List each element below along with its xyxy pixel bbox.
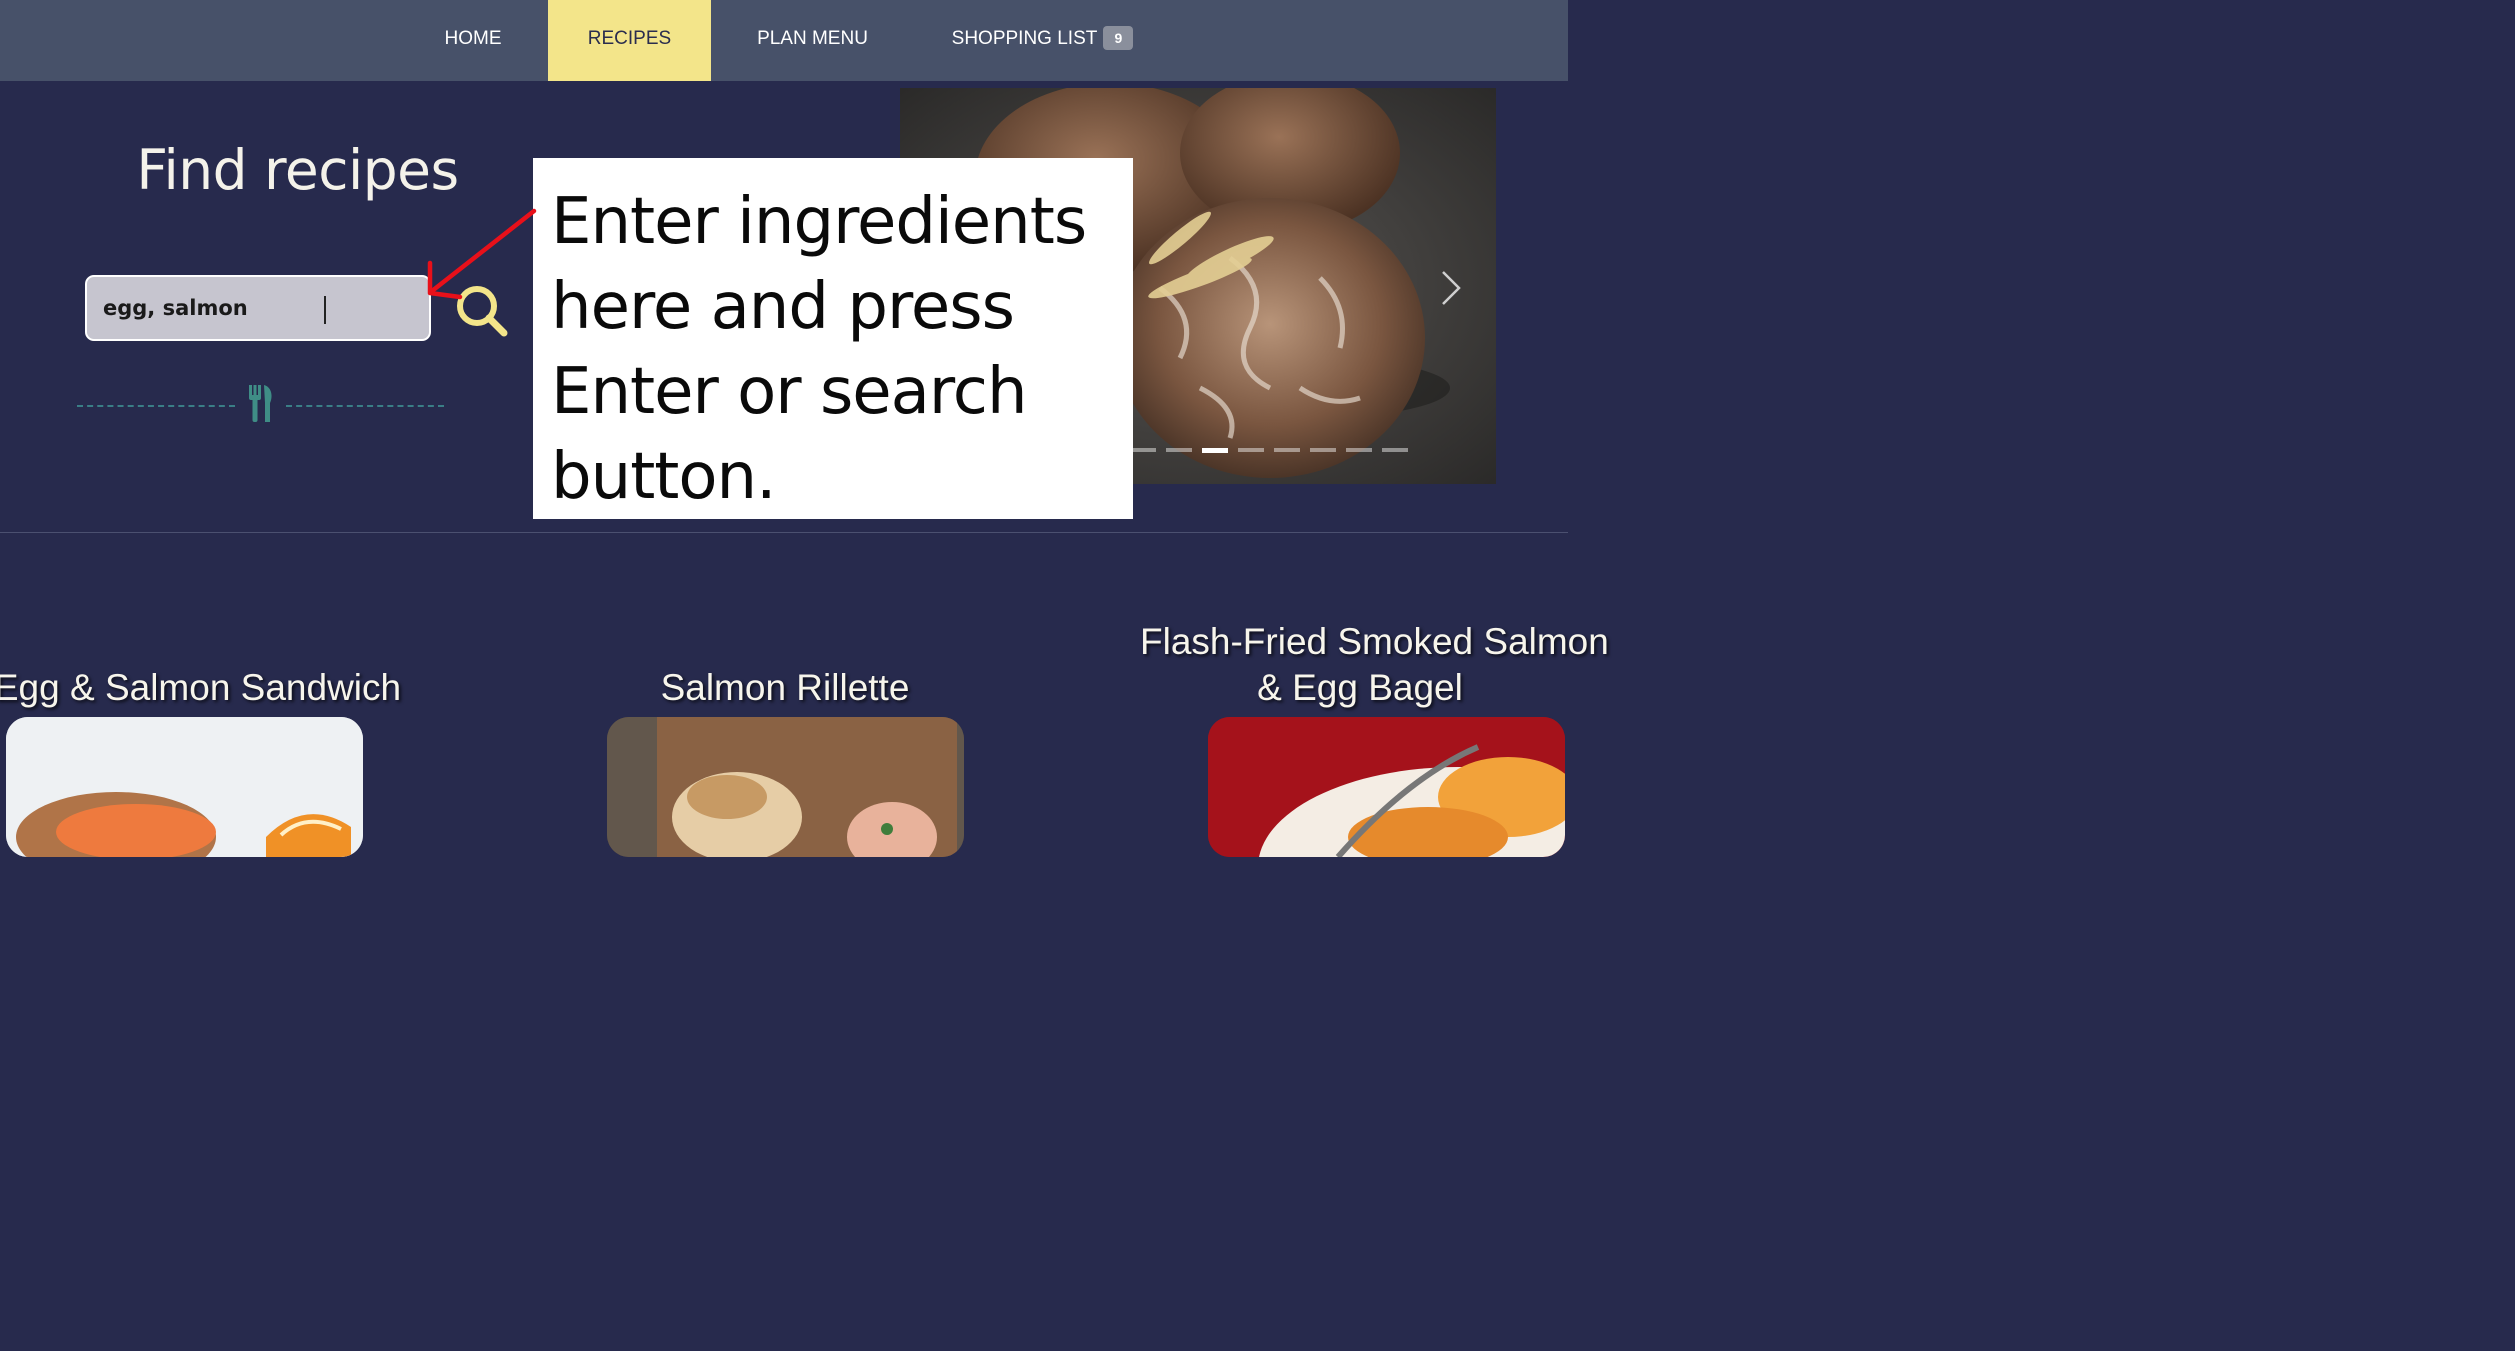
instruction-tooltip: Enter ingredients here and press Enter o… xyxy=(533,158,1133,519)
nav-home[interactable]: HOME xyxy=(420,0,526,81)
annotation-arrow-icon xyxy=(427,208,537,300)
carousel-indicators xyxy=(1130,448,1420,454)
carousel-dot[interactable] xyxy=(1274,448,1300,452)
carousel-dot[interactable] xyxy=(1382,448,1408,452)
tooltip-line: here and press xyxy=(551,270,1015,344)
recipe-title[interactable]: Egg & Salmon Sandwich xyxy=(0,665,415,711)
recipe-title-line: & Egg Bagel xyxy=(1257,667,1463,708)
carousel-dot[interactable] xyxy=(1310,448,1336,452)
tooltip-line: Enter ingredients xyxy=(551,185,1087,259)
nav-shopping-list-label: SHOPPING LIST xyxy=(951,28,1098,49)
carousel-dot[interactable] xyxy=(1346,448,1372,452)
divider-left xyxy=(77,405,235,407)
text-cursor xyxy=(324,296,326,324)
tooltip-line: Enter or search xyxy=(551,355,1028,429)
recipe-title[interactable]: Flash-Fried Smoked Salmon & Egg Bagel xyxy=(1140,619,1609,711)
recipe-title[interactable]: Salmon Rillette xyxy=(605,665,965,711)
recipe-photo xyxy=(607,717,964,857)
nav-shopping-list[interactable]: SHOPPING LIST 9 xyxy=(945,0,1140,81)
nav-recipes-label: RECIPES xyxy=(587,28,672,49)
tooltip-line: button. xyxy=(551,440,776,514)
chevron-right-icon[interactable] xyxy=(1437,268,1465,308)
carousel-dot-active[interactable] xyxy=(1202,448,1228,453)
nav-home-label: HOME xyxy=(444,28,502,49)
recipe-title-line: Salmon Rillette xyxy=(660,667,910,708)
nav-recipes[interactable]: RECIPES xyxy=(548,0,711,81)
fork-knife-icon xyxy=(249,385,272,422)
recipe-photo xyxy=(6,717,363,857)
nav-plan-menu[interactable]: PLAN MENU xyxy=(740,0,885,81)
carousel-dot[interactable] xyxy=(1166,448,1192,452)
recipe-card-image[interactable] xyxy=(607,717,964,857)
recipe-card-image[interactable] xyxy=(6,717,363,857)
recipe-title-line: Flash-Fried Smoked Salmon xyxy=(1140,621,1609,662)
divider-right xyxy=(286,405,444,407)
ingredient-search-input[interactable] xyxy=(87,277,429,339)
top-nav: HOME RECIPES PLAN MENU SHOPPING LIST 9 xyxy=(0,0,1568,81)
carousel-dot[interactable] xyxy=(1130,448,1156,452)
section-divider xyxy=(0,532,1568,533)
page-title: Find recipes xyxy=(136,138,459,202)
carousel-dot[interactable] xyxy=(1238,448,1264,452)
recipe-title-line: Egg & Salmon Sandwich xyxy=(0,667,402,708)
recipe-card-image[interactable] xyxy=(1208,717,1565,857)
shopping-list-count-badge: 9 xyxy=(1103,26,1134,50)
search-field[interactable] xyxy=(85,275,431,341)
recipe-photo xyxy=(1208,717,1565,857)
nav-plan-menu-label: PLAN MENU xyxy=(757,28,868,49)
